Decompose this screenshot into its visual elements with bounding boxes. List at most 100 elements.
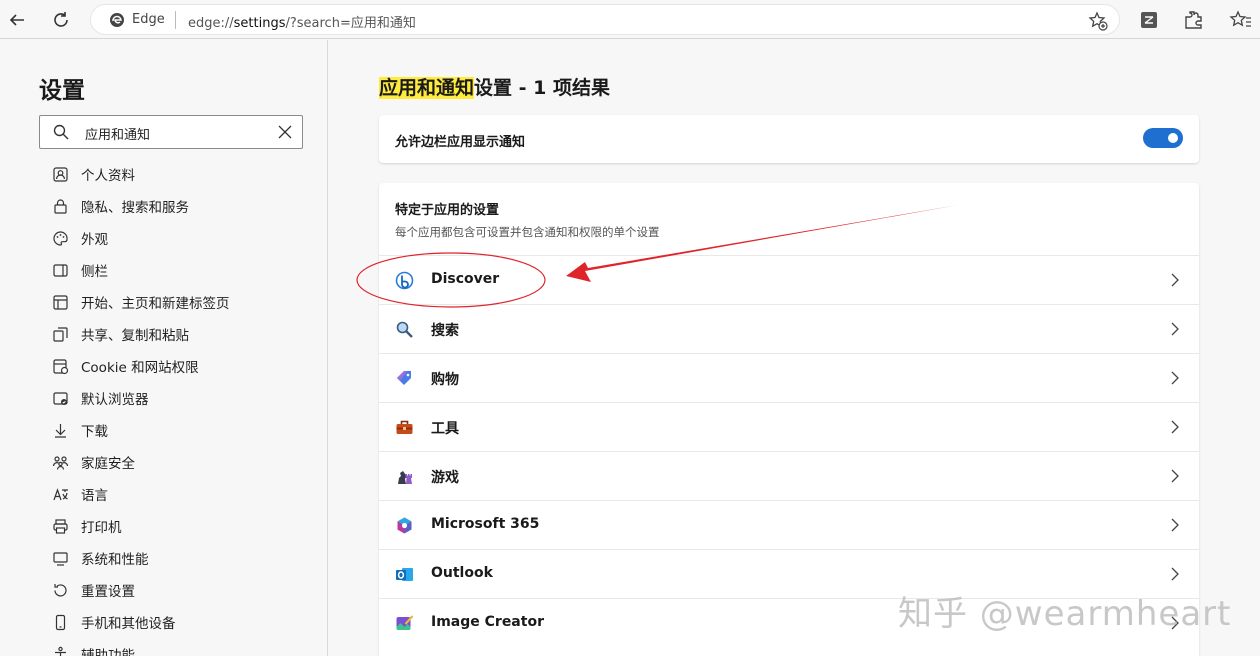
sidebar-item-label: 重置设置 xyxy=(81,584,135,600)
sidebar-item-family[interactable]: 家庭安全 xyxy=(51,446,321,478)
app-row-games[interactable]: 游戏 xyxy=(379,451,1199,500)
m365-icon xyxy=(397,517,412,534)
favorites-icon[interactable] xyxy=(1229,8,1253,32)
sidebar-item-label: 侧栏 xyxy=(81,264,108,280)
sidebar-item-start-home[interactable]: 开始、主页和新建标签页 xyxy=(51,286,321,318)
sidebar-item-label: 共享、复制和粘贴 xyxy=(81,328,189,344)
sidebar-item-label: 默认浏览器 xyxy=(81,392,149,408)
sidebar-item-label: 打印机 xyxy=(81,520,122,536)
discover-icon xyxy=(395,271,414,290)
sidebar-item-label: Cookie 和网站权限 xyxy=(81,360,199,376)
sidebar-title: 设置 xyxy=(39,78,85,104)
sidebar-item-profile[interactable]: 个人资料 xyxy=(51,158,321,190)
sidebar-item-phone[interactable]: 手机和其他设备 xyxy=(51,606,321,638)
system-icon xyxy=(52,551,68,566)
sidebar-item-label: 隐私、搜索和服务 xyxy=(81,200,189,216)
sidebar-item-label: 语言 xyxy=(81,488,108,504)
chevron-right-icon xyxy=(1171,273,1179,287)
sidebar-item-accessibility[interactable]: 辅助功能 xyxy=(51,638,321,656)
page-title: 应用和通知设置 - 1 项结果 xyxy=(379,73,610,100)
refresh-button[interactable] xyxy=(47,6,75,34)
edge-logo-icon xyxy=(110,13,124,27)
shopping-tag-icon xyxy=(397,371,411,385)
search-value: 应用和通知 xyxy=(85,128,151,143)
toolbox-icon xyxy=(396,420,413,434)
image-creator-icon xyxy=(396,615,414,630)
address-bar[interactable]: Edge edge://settings/?search=应用和通知 xyxy=(90,4,1120,35)
sidebar-item-label: 外观 xyxy=(81,232,108,248)
app-label: Outlook xyxy=(431,565,493,581)
site-label: Edge xyxy=(132,12,165,27)
download-icon xyxy=(54,423,66,438)
share-icon xyxy=(52,326,68,342)
sidebar-icon xyxy=(52,263,68,277)
language-icon xyxy=(52,487,68,500)
sidebar-item-label: 辅助功能 xyxy=(81,648,135,656)
chevron-right-icon xyxy=(1171,371,1179,385)
app-label: Discover xyxy=(431,271,500,287)
chevron-right-icon xyxy=(1171,567,1179,581)
app-label: 工具 xyxy=(431,421,459,437)
reset-icon xyxy=(53,583,67,596)
sidebar-notifications-toggle[interactable] xyxy=(1143,128,1183,148)
url-text[interactable]: edge://settings/?search=应用和通知 xyxy=(188,12,416,31)
accessibility-icon xyxy=(54,646,66,656)
sidebar-item-reset[interactable]: 重置设置 xyxy=(51,574,321,606)
sidebar-notifications-label: 允许边栏应用显示通知 xyxy=(395,135,526,150)
cookie-icon xyxy=(52,358,68,374)
sidebar-nav: 个人资料 隐私、搜索和服务 外观 侧栏 开始、主页和新建标签页 共享、复制和粘贴… xyxy=(51,158,321,656)
settings-search-input[interactable]: 应用和通知 xyxy=(39,115,303,149)
sidebar-item-cookies[interactable]: Cookie 和网站权限 xyxy=(51,350,321,382)
sidebar-notifications-card: 允许边栏应用显示通知 xyxy=(379,115,1199,163)
sidebar-item-label: 手机和其他设备 xyxy=(81,616,176,632)
sidebar-item-printers[interactable]: 打印机 xyxy=(51,510,321,542)
browser-icon xyxy=(52,391,68,405)
section-subtitle: 每个应用都包含可设置并包含通知和权限的单个设置 xyxy=(395,225,660,239)
sidebar-item-default-browser[interactable]: 默认浏览器 xyxy=(51,382,321,414)
browser-toolbar: Edge edge://settings/?search=应用和通知 xyxy=(0,0,1260,39)
search-icon xyxy=(53,124,69,140)
sidebar-item-label: 下载 xyxy=(81,424,108,440)
app-label: 购物 xyxy=(431,372,459,388)
url-path: /?search=应用和通知 xyxy=(285,16,416,31)
sidebar-item-appearance[interactable]: 外观 xyxy=(51,222,321,254)
extensions-icon[interactable] xyxy=(1181,8,1205,32)
section-title: 特定于应用的设置 xyxy=(395,203,500,218)
address-divider xyxy=(175,11,176,29)
chevron-right-icon xyxy=(1171,518,1179,532)
sidebar-item-privacy[interactable]: 隐私、搜索和服务 xyxy=(51,190,321,222)
printer-icon xyxy=(52,518,68,534)
sidebar-item-share[interactable]: 共享、复制和粘贴 xyxy=(51,318,321,350)
app-row-search[interactable]: 搜索 xyxy=(379,304,1199,353)
settings-main: 应用和通知设置 - 1 项结果 允许边栏应用显示通知 特定于应用的设置 每个应用… xyxy=(329,40,1260,656)
add-favorite-icon[interactable] xyxy=(1087,10,1109,32)
app-label: 游戏 xyxy=(431,470,459,486)
watermark-text: 知乎 @wearmheart xyxy=(898,594,1232,634)
app-row-tools[interactable]: 工具 xyxy=(379,402,1199,451)
outlook-icon xyxy=(396,568,413,581)
back-button[interactable] xyxy=(3,6,31,34)
palette-icon xyxy=(52,230,68,246)
settings-sidebar: 设置 应用和通知 个人资料 隐私、搜索和服务 外观 侧栏 开始、主页和新建标签页… xyxy=(0,40,328,656)
sidebar-item-system[interactable]: 系统和性能 xyxy=(51,542,321,574)
toggle-knob xyxy=(1168,133,1178,143)
sidebar-item-downloads[interactable]: 下载 xyxy=(51,414,321,446)
page-title-rest: 设置 - 1 项结果 xyxy=(474,77,610,99)
games-icon xyxy=(398,471,412,484)
clear-search-icon[interactable] xyxy=(276,123,294,141)
sidebar-item-label: 开始、主页和新建标签页 xyxy=(81,296,230,312)
sidebar-item-label: 个人资料 xyxy=(81,168,135,184)
sidebar-item-languages[interactable]: 语言 xyxy=(51,478,321,510)
home-grid-icon xyxy=(52,294,68,310)
sidebar-item-sidebar[interactable]: 侧栏 xyxy=(51,254,321,286)
phone-icon xyxy=(55,614,65,630)
url-prefix: edge:// xyxy=(188,16,234,31)
lock-icon xyxy=(53,198,67,214)
family-icon xyxy=(52,455,68,470)
app-row-m365[interactable]: Microsoft 365 xyxy=(379,500,1199,549)
url-host: settings xyxy=(233,16,286,31)
app-row-shopping[interactable]: 购物 xyxy=(379,353,1199,402)
app-row-discover[interactable]: Discover xyxy=(379,255,1199,304)
refresh-icon xyxy=(54,12,68,27)
split-screen-icon[interactable] xyxy=(1137,8,1161,32)
